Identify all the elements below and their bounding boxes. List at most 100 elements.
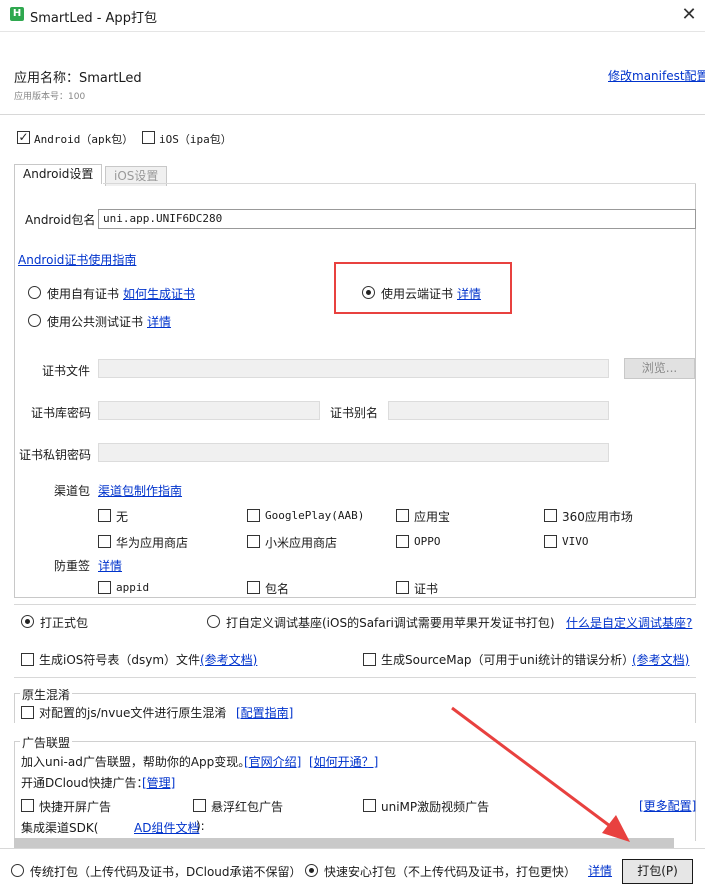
- formal-build-label: 打正式包: [40, 616, 89, 630]
- custom-base-label: 打自定义调试基座(iOS的Safari调试需要用苹果开发证书打包): [226, 616, 555, 630]
- ads-title: 广告联盟: [20, 734, 73, 751]
- channel-checkbox[interactable]: [544, 535, 557, 548]
- channel-label-xiaomi: 小米应用商店: [265, 536, 338, 550]
- package-input[interactable]: uni.app.UNIF6DC280: [98, 209, 696, 229]
- keystore-password-label: 证书库密码: [31, 406, 92, 420]
- cloud-cert-radio[interactable]: [362, 286, 375, 299]
- own-cert-label: 使用自有证书: [47, 287, 120, 301]
- anti-label-appid: appid: [116, 581, 150, 594]
- ads-howto-link[interactable]: [如何开通？]: [309, 753, 378, 770]
- obfuscation-guide-link[interactable]: [配置指南]: [236, 704, 293, 721]
- keystore-password-input[interactable]: [98, 401, 320, 420]
- sourcemap-label: 生成SourceMap（可用于uni统计的错误分析）: [381, 653, 635, 667]
- own-cert-radio[interactable]: [28, 286, 41, 299]
- manifest-link[interactable]: 修改manifest配置: [608, 67, 705, 84]
- anti-checkbox[interactable]: [396, 581, 409, 594]
- ads-intro: 加入uni-ad广告联盟，帮助你的App变现。: [21, 755, 251, 769]
- android-label: Android（apk包）: [34, 133, 134, 146]
- public-cert-link[interactable]: 详情: [147, 313, 171, 330]
- channel-checkbox[interactable]: [247, 509, 260, 522]
- channel-label-yingyongbao: 应用宝: [414, 510, 451, 524]
- custom-base-radio[interactable]: [207, 615, 220, 628]
- ads-more-link[interactable]: [更多配置]: [639, 797, 696, 814]
- sourcemap-doc-link[interactable]: (参考文档): [632, 651, 689, 668]
- channel-checkbox[interactable]: [396, 509, 409, 522]
- channel-label: 渠道包: [54, 484, 91, 498]
- ads-manage-link[interactable]: [管理]: [142, 774, 175, 791]
- footer-detail-link[interactable]: 详情: [588, 862, 612, 879]
- traditional-pack-label: 传统打包（上传代码及证书，DCloud承诺不保留）: [30, 865, 302, 879]
- channel-label-360: 360应用市场: [562, 510, 633, 524]
- app-name: 应用名称：SmartLed: [14, 71, 142, 86]
- private-key-password-label: 证书私钥密码: [19, 448, 92, 462]
- anti-checkbox[interactable]: [247, 581, 260, 594]
- ads-quick-label: 开通DCloud快捷广告：: [21, 776, 149, 790]
- anti-label-cert: 证书: [414, 582, 439, 596]
- own-cert-link[interactable]: 如何生成证书: [123, 285, 195, 302]
- anti-resign-label: 防重签: [54, 559, 91, 573]
- ads-sdk-prefix: 集成渠道SDK(: [21, 821, 99, 835]
- channel-guide-link[interactable]: 渠道包制作指南: [98, 482, 182, 499]
- ads-sdk-suffix: ):: [196, 819, 205, 833]
- obfuscation-label: 对配置的js/nvue文件进行原生混淆: [39, 706, 227, 720]
- fast-pack-label: 快速安心打包（不上传代码及证书，打包更快）: [324, 865, 577, 879]
- float-ad-label: 悬浮红包广告: [211, 800, 284, 814]
- browse-button[interactable]: 浏览...: [624, 358, 695, 379]
- alias-label: 证书别名: [330, 406, 379, 420]
- channel-label-oppo: OPPO: [414, 535, 441, 548]
- close-icon[interactable]: ✕: [676, 2, 702, 28]
- cert-file-input[interactable]: [98, 359, 609, 378]
- dsym-doc-link[interactable]: (参考文档): [200, 651, 257, 668]
- cert-guide-link[interactable]: Android证书使用指南: [18, 251, 136, 268]
- horizontal-scrollbar[interactable]: [14, 838, 674, 848]
- dsym-checkbox[interactable]: [21, 653, 34, 666]
- package-label: Android包名: [25, 213, 96, 227]
- anti-resign-link[interactable]: 详情: [98, 557, 122, 574]
- ios-checkbox[interactable]: [142, 131, 155, 144]
- channel-checkbox[interactable]: [98, 535, 111, 548]
- private-key-password-input[interactable]: [98, 443, 609, 462]
- tab-android-settings[interactable]: Android设置: [14, 164, 103, 184]
- channel-checkbox[interactable]: [544, 509, 557, 522]
- ios-label: iOS（ipa包）: [159, 133, 232, 146]
- float-ad-checkbox[interactable]: [193, 799, 206, 812]
- channel-checkbox[interactable]: [98, 509, 111, 522]
- video-ad-label: uniMP激励视频广告: [381, 800, 490, 814]
- obfuscation-checkbox[interactable]: [21, 706, 34, 719]
- channel-label-vivo: VIVO: [562, 535, 589, 548]
- divider: [14, 604, 696, 605]
- obfuscation-title: 原生混淆: [20, 686, 73, 703]
- cert-file-label: 证书文件: [42, 364, 91, 378]
- channel-label-googleplay: GooglePlay(AAB): [265, 509, 365, 522]
- ads-official-link[interactable]: [官网介绍]: [244, 753, 301, 770]
- divider: [0, 848, 705, 849]
- anti-checkbox[interactable]: [98, 581, 111, 594]
- splash-ad-checkbox[interactable]: [21, 799, 34, 812]
- sourcemap-checkbox[interactable]: [363, 653, 376, 666]
- app-version: 应用版本号：100: [14, 92, 86, 102]
- channel-label-huawei: 华为应用商店: [116, 536, 189, 550]
- channel-checkbox[interactable]: [247, 535, 260, 548]
- traditional-pack-radio[interactable]: [11, 864, 24, 877]
- ads-sdk-link[interactable]: AD组件文档: [134, 819, 199, 836]
- hbuilder-icon: H: [10, 7, 24, 21]
- public-cert-label: 使用公共测试证书: [47, 315, 144, 329]
- pack-button[interactable]: 打包(P): [622, 859, 693, 884]
- formal-build-radio[interactable]: [21, 615, 34, 628]
- divider: [0, 114, 705, 115]
- divider: [14, 677, 696, 678]
- anti-label-package: 包名: [265, 582, 290, 596]
- tab-divider: [103, 183, 696, 184]
- fast-pack-radio[interactable]: [305, 864, 318, 877]
- cloud-cert-label: 使用云端证书: [381, 287, 454, 301]
- alias-input[interactable]: [388, 401, 609, 420]
- cloud-cert-link[interactable]: 详情: [457, 285, 481, 302]
- window-title: SmartLed - App打包: [30, 11, 157, 26]
- dsym-label: 生成iOS符号表（dsym）文件: [39, 653, 201, 667]
- custom-base-link[interactable]: 什么是自定义调试基座?: [566, 614, 692, 631]
- android-checkbox[interactable]: [17, 131, 30, 144]
- splash-ad-label: 快捷开屏广告: [39, 800, 112, 814]
- public-cert-radio[interactable]: [28, 314, 41, 327]
- channel-checkbox[interactable]: [396, 535, 409, 548]
- video-ad-checkbox[interactable]: [363, 799, 376, 812]
